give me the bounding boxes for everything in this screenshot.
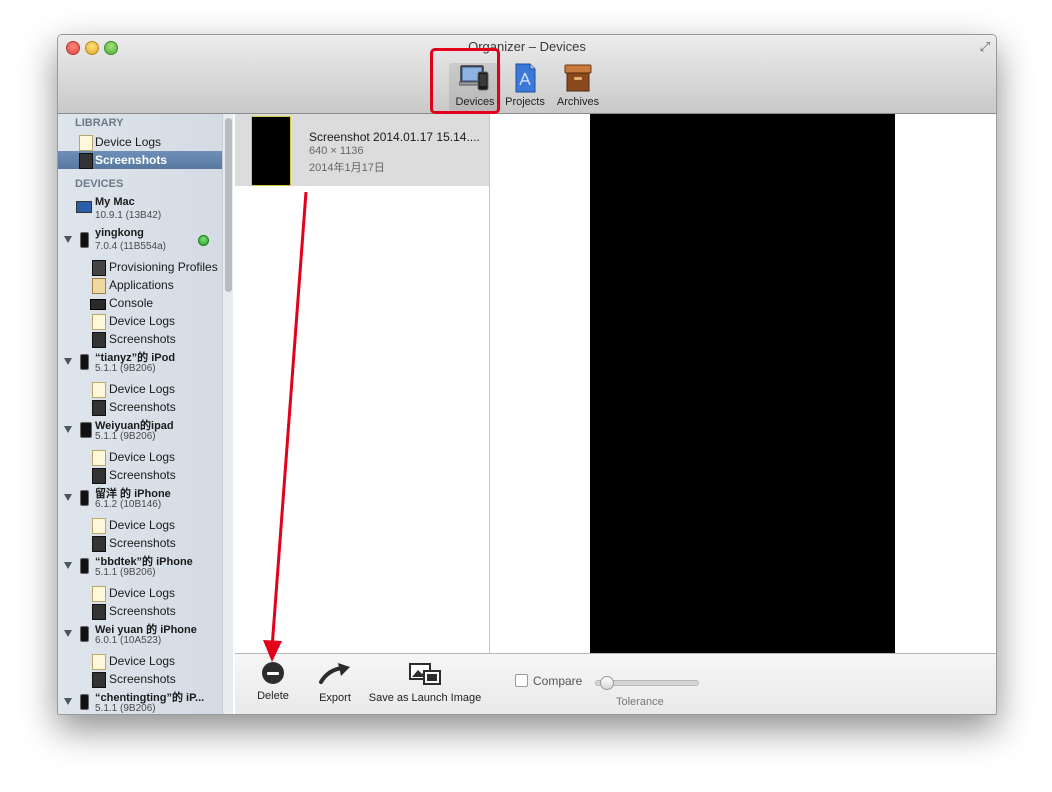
iphone-icon (80, 558, 89, 574)
screenshots-icon (92, 400, 106, 416)
device-liuyang-iphone[interactable]: 留洋 的 iPhone 6.1.2 (10B146) (58, 485, 222, 515)
export-button[interactable]: Export (315, 662, 355, 704)
export-label: Export (319, 692, 351, 704)
sidebar-item-device-logs[interactable]: Device Logs (58, 380, 222, 398)
screenshot-thumbnail (251, 116, 291, 186)
sidebar-item-screenshots[interactable]: Screenshots (58, 534, 222, 552)
sidebar-item-screenshots[interactable]: Screenshots (58, 670, 222, 688)
sidebar-item-console[interactable]: Console (58, 294, 222, 312)
sidebar-scrollbar[interactable] (222, 114, 233, 714)
projects-icon (509, 63, 541, 93)
tolerance-slider[interactable] (595, 676, 699, 690)
toolbar-archives-label: Archives (556, 96, 600, 108)
screenshots-icon (92, 604, 106, 620)
screenshot-preview-image (590, 114, 895, 653)
disclosure-triangle-icon[interactable] (64, 358, 72, 365)
compare-label: Compare (533, 674, 583, 688)
iphone-icon (80, 694, 89, 710)
device-logs-icon (92, 586, 106, 602)
device-chentingting-iphone[interactable]: “chentingting”的 iP... 5.1.1 (9B206) (58, 689, 222, 714)
delete-label: Delete (257, 690, 289, 702)
iphone-icon (80, 490, 89, 506)
iphone-icon (80, 626, 89, 642)
compare-checkbox[interactable]: Compare (515, 674, 582, 688)
connected-status-icon (198, 235, 209, 246)
device-logs-icon (92, 518, 106, 534)
annotation-highlight-box (430, 48, 500, 114)
organizer-window: Organizer – Devices ⤢ Devices Projects A… (57, 34, 997, 715)
sidebar-item-screenshots[interactable]: Screenshots (58, 466, 222, 484)
fullscreen-icon[interactable]: ⤢ (980, 39, 990, 55)
compare-checkbox-box[interactable] (515, 674, 528, 687)
sidebar: LIBRARY Device Logs Screenshots DEVICES … (58, 114, 233, 714)
sidebar-item-device-logs[interactable]: Device Logs (58, 584, 222, 602)
screenshot-list-item[interactable]: Screenshot 2014.01.17 15.14.... 640 × 11… (235, 114, 489, 186)
screenshot-list: Screenshot 2014.01.17 15.14.... 640 × 11… (235, 114, 490, 653)
save-as-launch-image-label: Save as Launch Image (368, 692, 482, 704)
device-logs-icon (92, 314, 106, 330)
device-my-mac[interactable]: My Mac 10.9.1 (13B42) (58, 196, 222, 226)
device-logs-icon (79, 135, 93, 151)
delete-button[interactable]: Delete (254, 662, 292, 702)
screenshot-size: 640 × 1136 (309, 145, 364, 157)
screenshots-icon (92, 332, 106, 348)
sidebar-item-device-logs[interactable]: Device Logs (58, 516, 222, 534)
sidebar-scroll-thumb[interactable] (225, 118, 232, 292)
tolerance-slider-knob[interactable] (600, 676, 614, 690)
device-tianyz-ipod[interactable]: “tianyz”的 iPod 5.1.1 (9B206) (58, 349, 222, 379)
screenshot-preview (490, 114, 996, 653)
applications-icon (92, 278, 106, 294)
delete-icon (262, 662, 284, 684)
bottom-toolbar: Delete Export Save as Launch Image Compa… (235, 653, 996, 714)
disclosure-triangle-icon[interactable] (64, 236, 72, 243)
sidebar-item-library-screenshots[interactable]: Screenshots (58, 151, 222, 169)
iphone-icon (80, 232, 89, 248)
library-header: LIBRARY (75, 117, 124, 129)
sidebar-item-provisioning-profiles[interactable]: Provisioning Profiles (58, 258, 222, 276)
sidebar-item-library-device-logs[interactable]: Device Logs (58, 133, 222, 151)
device-bbdtek-iphone[interactable]: “bbdtek”的 iPhone 5.1.1 (9B206) (58, 553, 222, 583)
disclosure-triangle-icon[interactable] (64, 494, 72, 501)
device-logs-icon (92, 382, 106, 398)
device-yingkong[interactable]: yingkong 7.0.4 (11B554a) (58, 227, 222, 257)
toolbar-projects-button[interactable]: Projects (499, 63, 551, 111)
sidebar-item-applications[interactable]: Applications (58, 276, 222, 294)
mac-icon (76, 201, 92, 213)
devices-header: DEVICES (75, 178, 124, 190)
tolerance-label: Tolerance (616, 696, 664, 708)
disclosure-triangle-icon[interactable] (64, 426, 72, 433)
sidebar-item-device-logs[interactable]: Device Logs (58, 448, 222, 466)
archives-icon (562, 63, 594, 93)
toolbar-archives-button[interactable]: Archives (552, 63, 604, 111)
sidebar-item-screenshots[interactable]: Screenshots (58, 398, 222, 416)
ipod-icon (80, 354, 89, 370)
console-icon (90, 299, 106, 310)
screenshots-icon (92, 468, 106, 484)
device-weiyuan-iphone[interactable]: Wei yuan 的 iPhone 6.0.1 (10A523) (58, 621, 222, 651)
disclosure-triangle-icon[interactable] (64, 562, 72, 569)
screenshots-icon (92, 672, 106, 688)
launch-image-icon (408, 662, 442, 686)
screenshot-date: 2014年1月17日 (309, 162, 385, 174)
device-logs-icon (92, 450, 106, 466)
device-weiyuan-ipad[interactable]: Weiyuan的ipad 5.1.1 (9B206) (58, 417, 222, 447)
sidebar-item-screenshots[interactable]: Screenshots (58, 330, 222, 348)
save-as-launch-image-button[interactable]: Save as Launch Image (365, 662, 485, 704)
provisioning-profiles-icon (92, 260, 106, 276)
ipad-icon (80, 422, 92, 438)
sidebar-item-device-logs[interactable]: Device Logs (58, 652, 222, 670)
disclosure-triangle-icon[interactable] (64, 630, 72, 637)
sidebar-item-screenshots[interactable]: Screenshots (58, 602, 222, 620)
window-title: Organizer – Devices (468, 39, 586, 54)
screenshots-icon (92, 536, 106, 552)
screenshot-title: Screenshot 2014.01.17 15.14.... (309, 130, 480, 144)
sidebar-item-device-logs[interactable]: Device Logs (58, 312, 222, 330)
device-logs-icon (92, 654, 106, 670)
export-icon (318, 662, 352, 686)
disclosure-triangle-icon[interactable] (64, 698, 72, 705)
title-bar: Organizer – Devices ⤢ Devices Projects A… (58, 35, 996, 114)
toolbar-projects-label: Projects (505, 96, 545, 108)
screenshots-icon (79, 153, 93, 169)
